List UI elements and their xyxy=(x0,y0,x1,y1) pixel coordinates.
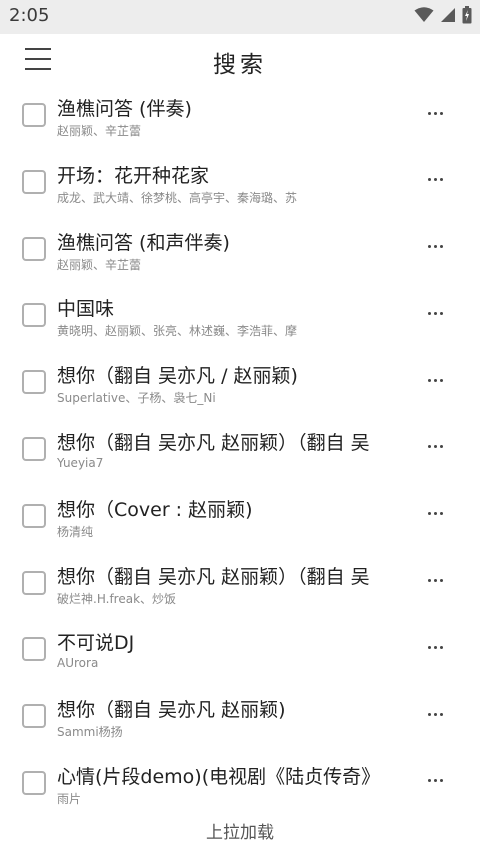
more-options-icon[interactable] xyxy=(420,566,450,596)
song-checkbox[interactable] xyxy=(22,770,46,795)
song-title: 想你（翻自 吴亦凡 赵丽颖）（翻自 吴 xyxy=(57,431,370,454)
song-title: 想你（翻自 吴亦凡 赵丽颖）（翻自 吴 xyxy=(57,565,370,588)
more-options-icon[interactable] xyxy=(420,632,450,662)
song-list-item[interactable]: 心情(片段demo)(电视剧《陆贞传奇》雨片 xyxy=(0,754,480,821)
song-title: 心情(片段demo)(电视剧《陆贞传奇》 xyxy=(57,765,381,788)
song-list-item[interactable]: 想你（翻自 吴亦凡 / 赵丽颖) Superlative、子杨、袅七_Ni xyxy=(0,353,480,420)
song-checkbox[interactable] xyxy=(22,570,46,595)
song-list-item[interactable]: 想你（翻自 吴亦凡 赵丽颖) Sammi杨扬 xyxy=(0,687,480,754)
song-checkbox[interactable] xyxy=(22,503,46,528)
song-title: 渔樵问答 (伴奏) xyxy=(57,98,192,120)
song-artist: 黄晓明、赵丽颖、张亮、林述巍、李浩菲、摩 xyxy=(57,324,298,339)
more-options-icon[interactable] xyxy=(420,365,450,395)
song-list: 渔樵问答 (伴奏) 赵丽颖、辛芷蕾 开场：花开种花家 成龙、武大靖、徐梦桃、高亭宇、秦… xyxy=(0,86,480,821)
app-bar: 搜索 xyxy=(0,34,480,86)
song-checkbox[interactable] xyxy=(22,637,46,662)
song-list-item[interactable]: 想你（翻自 吴亦凡 赵丽颖）（翻自 吴 Yueyia7 xyxy=(0,420,480,487)
song-artist: Sammi杨扬 xyxy=(57,725,123,740)
song-title: 不可说DJ xyxy=(57,632,135,655)
status-time: 2:05 xyxy=(9,5,50,26)
page-title: 搜索 xyxy=(213,52,267,78)
more-options-icon[interactable] xyxy=(420,165,450,195)
song-artist: 雨片 xyxy=(57,791,82,806)
more-options-icon[interactable] xyxy=(420,98,450,128)
song-title: 想你（翻自 吴亦凡 / 赵丽颖) xyxy=(57,365,298,388)
song-title: 想你（Cover : 赵丽颖) xyxy=(57,498,253,521)
more-options-icon[interactable] xyxy=(420,298,450,328)
song-title: 开场：花开种花家 xyxy=(57,164,210,187)
battery-icon xyxy=(462,6,472,24)
song-checkbox[interactable] xyxy=(22,103,46,127)
song-checkbox[interactable] xyxy=(22,169,46,194)
song-checkbox[interactable] xyxy=(22,303,46,328)
song-artist: Yueyia7 xyxy=(57,455,104,470)
song-list-item[interactable]: 开场：花开种花家成龙、武大靖、徐梦桃、高亭宇、秦海璐、苏 xyxy=(0,153,480,220)
more-options-icon[interactable] xyxy=(420,432,450,462)
song-artist: AUrora xyxy=(57,656,99,671)
song-artist: 赵丽颖、辛芷蕾 xyxy=(57,257,142,272)
song-list-item[interactable]: 渔樵问答 (伴奏) 赵丽颖、辛芷蕾 xyxy=(0,86,480,153)
song-artist: 赵丽颖、辛芷蕾 xyxy=(57,124,142,138)
song-list-item[interactable]: 想你（Cover : 赵丽颖) 杨清纯 xyxy=(0,487,480,554)
song-artist: 成龙、武大靖、徐梦桃、高亭宇、秦海璐、苏 xyxy=(57,190,298,205)
song-artist: Superlative、子杨、袅七_Ni xyxy=(57,391,216,406)
song-checkbox[interactable] xyxy=(22,704,46,729)
more-options-icon[interactable] xyxy=(420,766,450,796)
status-icons xyxy=(414,6,472,24)
song-title: 渔樵问答 (和声伴奏) xyxy=(57,231,230,254)
more-options-icon[interactable] xyxy=(420,232,450,262)
song-artist: 破烂神.H.freak、炒饭 xyxy=(57,591,177,606)
song-checkbox[interactable] xyxy=(22,436,46,461)
song-list-item[interactable]: 想你（翻自 吴亦凡 赵丽颖）（翻自 吴破烂神.H.freak、炒饭 xyxy=(0,554,480,621)
wifi-icon xyxy=(414,7,434,23)
song-artist: 杨清纯 xyxy=(57,524,94,539)
song-list-item[interactable]: 不可说DJ AUrora xyxy=(0,620,480,687)
song-title: 想你（翻自 吴亦凡 赵丽颖) xyxy=(57,699,286,722)
song-checkbox[interactable] xyxy=(22,370,46,395)
song-list-item[interactable]: 渔樵问答 (和声伴奏) 赵丽颖、辛芷蕾 xyxy=(0,220,480,287)
song-list-item[interactable]: 中国味黄晓明、赵丽颖、张亮、林述巍、李浩菲、摩 xyxy=(0,286,480,353)
status-bar: 2:05 xyxy=(0,0,480,34)
song-title: 中国味 xyxy=(57,298,115,321)
more-options-icon[interactable] xyxy=(420,699,450,729)
signal-icon xyxy=(440,7,456,23)
load-more-label[interactable]: 上拉加载 xyxy=(0,818,480,843)
song-checkbox[interactable] xyxy=(22,236,46,261)
more-options-icon[interactable] xyxy=(420,499,450,529)
